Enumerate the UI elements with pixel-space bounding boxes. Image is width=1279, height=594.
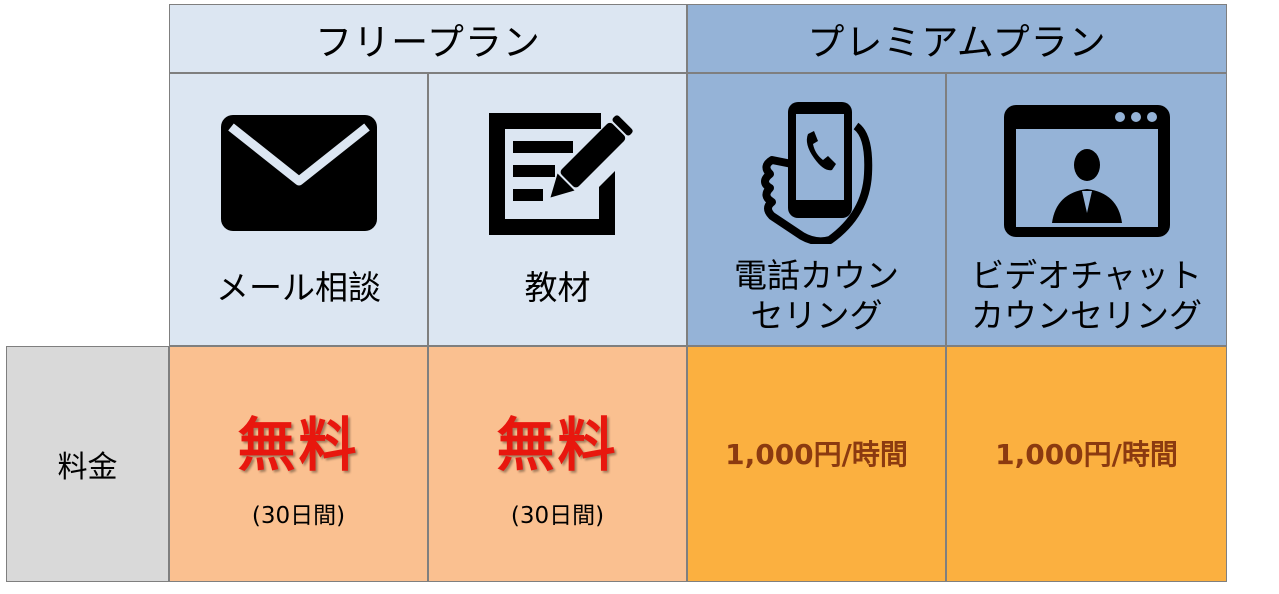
price-cell-email: 無料 (30日間) — [169, 346, 428, 582]
price-cell-materials: 無料 (30日間) — [428, 346, 687, 582]
free-period-note: (30日間) — [251, 503, 346, 529]
price-row-label-cell: 料金 — [6, 346, 169, 582]
feature-name-line-1: 電話カウン — [734, 256, 899, 295]
notebook-pen-icon — [483, 98, 633, 248]
feature-name: ビデオチャット カウンセリング — [971, 256, 1202, 336]
premium-plan-title: プレミアムプラン — [807, 20, 1107, 64]
free-price-label: 無料 — [496, 411, 619, 479]
hourly-price: 1,000円/時間 — [995, 438, 1178, 471]
envelope-icon — [220, 98, 377, 248]
feature-name-line-1: ビデオチャット — [971, 256, 1202, 295]
free-price-label: 無料 — [237, 411, 360, 479]
free-plan-header: フリープラン — [169, 4, 687, 73]
feature-name: メール相談 — [216, 268, 381, 307]
free-period-note: (30日間) — [510, 503, 605, 529]
premium-plan-header: プレミアムプラン — [687, 4, 1227, 73]
feature-materials: 教材 — [428, 73, 687, 346]
video-chat-window-icon — [1002, 96, 1172, 246]
price-cell-video-counseling: 1,000円/時間 — [946, 346, 1227, 582]
free-plan-title: フリープラン — [315, 20, 541, 64]
price-row-label: 料金 — [57, 450, 118, 485]
feature-email: メール相談 — [169, 73, 428, 346]
feature-video-counseling: ビデオチャット カウンセリング — [946, 73, 1227, 346]
feature-name: 電話カウン セリング — [734, 256, 899, 336]
feature-name-line-2: カウンセリング — [971, 296, 1202, 335]
feature-name-line-2: セリング — [750, 296, 883, 335]
feature-phone-counseling: 電話カウン セリング — [687, 73, 946, 346]
phone-in-hand-icon — [752, 96, 882, 246]
feature-name: 教材 — [524, 268, 591, 307]
hourly-price: 1,000円/時間 — [725, 438, 908, 471]
price-cell-phone-counseling: 1,000円/時間 — [687, 346, 946, 582]
